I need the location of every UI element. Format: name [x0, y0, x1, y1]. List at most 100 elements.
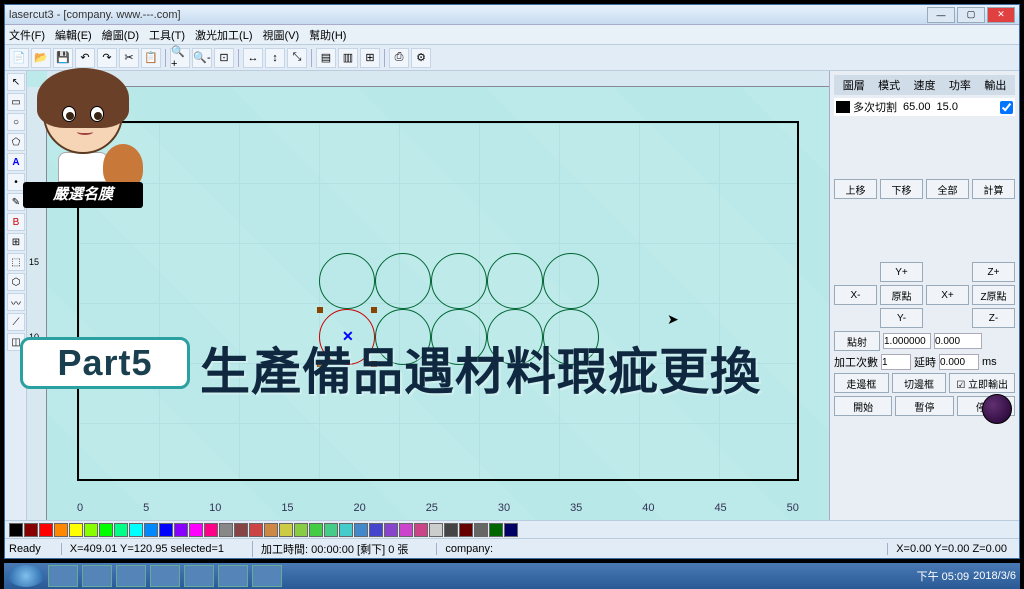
- color-swatch[interactable]: [339, 523, 353, 537]
- movedown-button[interactable]: 下移: [880, 179, 923, 199]
- layer-output-checkbox[interactable]: [1000, 101, 1013, 114]
- pulse-input1[interactable]: [883, 333, 931, 349]
- color-swatch[interactable]: [159, 523, 173, 537]
- cutframe-button[interactable]: 切邊框: [892, 373, 947, 393]
- nest-tool-icon[interactable]: ⬚: [7, 253, 25, 271]
- layer-row[interactable]: 多次切割 65.00 15.0: [834, 98, 1015, 116]
- moveup-button[interactable]: 上移: [834, 179, 877, 199]
- select-tool-icon[interactable]: ↖: [7, 73, 25, 91]
- pulse-input2[interactable]: [934, 333, 982, 349]
- taskbar-app-icon[interactable]: [184, 565, 214, 587]
- color-swatch[interactable]: [129, 523, 143, 537]
- pause-button[interactable]: 暫停: [895, 396, 953, 416]
- circle-shape[interactable]: [543, 253, 599, 309]
- circle-shape[interactable]: [375, 253, 431, 309]
- count-input[interactable]: [881, 354, 911, 370]
- color-swatch[interactable]: [9, 523, 23, 537]
- color-swatch[interactable]: [354, 523, 368, 537]
- color-swatch[interactable]: [474, 523, 488, 537]
- color-swatch[interactable]: [489, 523, 503, 537]
- menu-tools[interactable]: 工具(T): [149, 27, 185, 43]
- close-button[interactable]: ✕: [987, 7, 1015, 23]
- jog-xplus-button[interactable]: X+: [926, 285, 969, 305]
- circle-shape[interactable]: [431, 253, 487, 309]
- jog-zorigin-button[interactable]: Z原點: [972, 285, 1015, 305]
- jog-yplus-button[interactable]: Y+: [880, 262, 923, 282]
- calc-button[interactable]: 計算: [972, 179, 1015, 199]
- menu-help[interactable]: 幫助(H): [309, 27, 346, 43]
- color-swatch[interactable]: [144, 523, 158, 537]
- jog-zplus-button[interactable]: Z+: [972, 262, 1015, 282]
- jog-origin-button[interactable]: 原點: [880, 285, 923, 305]
- menu-file[interactable]: 文件(F): [9, 27, 45, 43]
- bezier-tool-icon[interactable]: B: [7, 213, 25, 231]
- system-tray[interactable]: 下午 05:09 2018/3/6: [917, 568, 1016, 584]
- color-swatch[interactable]: [84, 523, 98, 537]
- settings-icon[interactable]: ⚙: [411, 48, 431, 68]
- menu-view[interactable]: 視圖(V): [263, 27, 300, 43]
- color-swatch[interactable]: [279, 523, 293, 537]
- taskbar-app-icon[interactable]: [218, 565, 248, 587]
- maximize-button[interactable]: ▢: [957, 7, 985, 23]
- rect-tool-icon[interactable]: ▭: [7, 93, 25, 111]
- color-swatch[interactable]: [204, 523, 218, 537]
- color-swatch[interactable]: [324, 523, 338, 537]
- fliph-icon[interactable]: ↔: [243, 48, 263, 68]
- open-icon[interactable]: 📂: [31, 48, 51, 68]
- color-swatch[interactable]: [504, 523, 518, 537]
- color-swatch[interactable]: [219, 523, 233, 537]
- new-icon[interactable]: 📄: [9, 48, 29, 68]
- color-swatch[interactable]: [309, 523, 323, 537]
- color-swatch[interactable]: [459, 523, 473, 537]
- menu-draw[interactable]: 繪圖(D): [102, 27, 139, 43]
- pulse-button[interactable]: 點射: [834, 331, 880, 351]
- taskbar-explorer-icon[interactable]: [82, 565, 112, 587]
- color-swatch[interactable]: [399, 523, 413, 537]
- color-swatch[interactable]: [99, 523, 113, 537]
- text-tool-icon[interactable]: A: [7, 153, 25, 171]
- taskbar-ie-icon[interactable]: [48, 565, 78, 587]
- line-tool-icon[interactable]: ⟋: [7, 313, 25, 331]
- color-swatch[interactable]: [189, 523, 203, 537]
- jog-yminus-button[interactable]: Y-: [880, 308, 923, 328]
- layer-color-swatch[interactable]: [836, 101, 850, 113]
- immediate-checkbox[interactable]: ☑ 立即輸出: [949, 373, 1015, 393]
- color-swatch[interactable]: [249, 523, 263, 537]
- polygon-tool-icon[interactable]: ⬠: [7, 133, 25, 151]
- delay-input[interactable]: [939, 354, 979, 370]
- all-button[interactable]: 全部: [926, 179, 969, 199]
- taskbar-app-icon[interactable]: [252, 565, 282, 587]
- titlebar[interactable]: lasercut3 - [company. www.---.com] — ▢ ✕: [5, 5, 1019, 25]
- taskbar[interactable]: 下午 05:09 2018/3/6: [4, 563, 1020, 589]
- color-swatch[interactable]: [444, 523, 458, 537]
- color-swatch[interactable]: [114, 523, 128, 537]
- print-icon[interactable]: ⎙: [389, 48, 409, 68]
- array-tool-icon[interactable]: ⊞: [7, 233, 25, 251]
- canvas[interactable]: 15 10 ✕: [27, 71, 829, 520]
- circle-shape[interactable]: [319, 253, 375, 309]
- start-button[interactable]: 開始: [834, 396, 892, 416]
- resize-handle[interactable]: [317, 307, 323, 313]
- taskbar-app-icon[interactable]: [150, 565, 180, 587]
- color-swatch[interactable]: [24, 523, 38, 537]
- jog-zminus-button[interactable]: Z-: [972, 308, 1015, 328]
- color-swatch[interactable]: [429, 523, 443, 537]
- zoomfit-icon[interactable]: ⊡: [214, 48, 234, 68]
- color-swatch[interactable]: [54, 523, 68, 537]
- color-swatch[interactable]: [414, 523, 428, 537]
- zoomout-icon[interactable]: 🔍-: [192, 48, 212, 68]
- save-icon[interactable]: 💾: [53, 48, 73, 68]
- color-swatch[interactable]: [234, 523, 248, 537]
- align2-icon[interactable]: ▥: [338, 48, 358, 68]
- zoomin-icon[interactable]: 🔍+: [170, 48, 190, 68]
- color-swatch[interactable]: [294, 523, 308, 537]
- circle-shape[interactable]: [487, 253, 543, 309]
- hex-tool-icon[interactable]: ⬡: [7, 273, 25, 291]
- color-swatch[interactable]: [384, 523, 398, 537]
- taskbar-app-icon[interactable]: [116, 565, 146, 587]
- rotate-icon[interactable]: ⤡: [287, 48, 307, 68]
- menu-laser[interactable]: 激光加工(L): [195, 27, 252, 43]
- goframe-button[interactable]: 走邊框: [834, 373, 889, 393]
- jog-xminus-button[interactable]: X-: [834, 285, 877, 305]
- cut-icon[interactable]: ✂: [119, 48, 139, 68]
